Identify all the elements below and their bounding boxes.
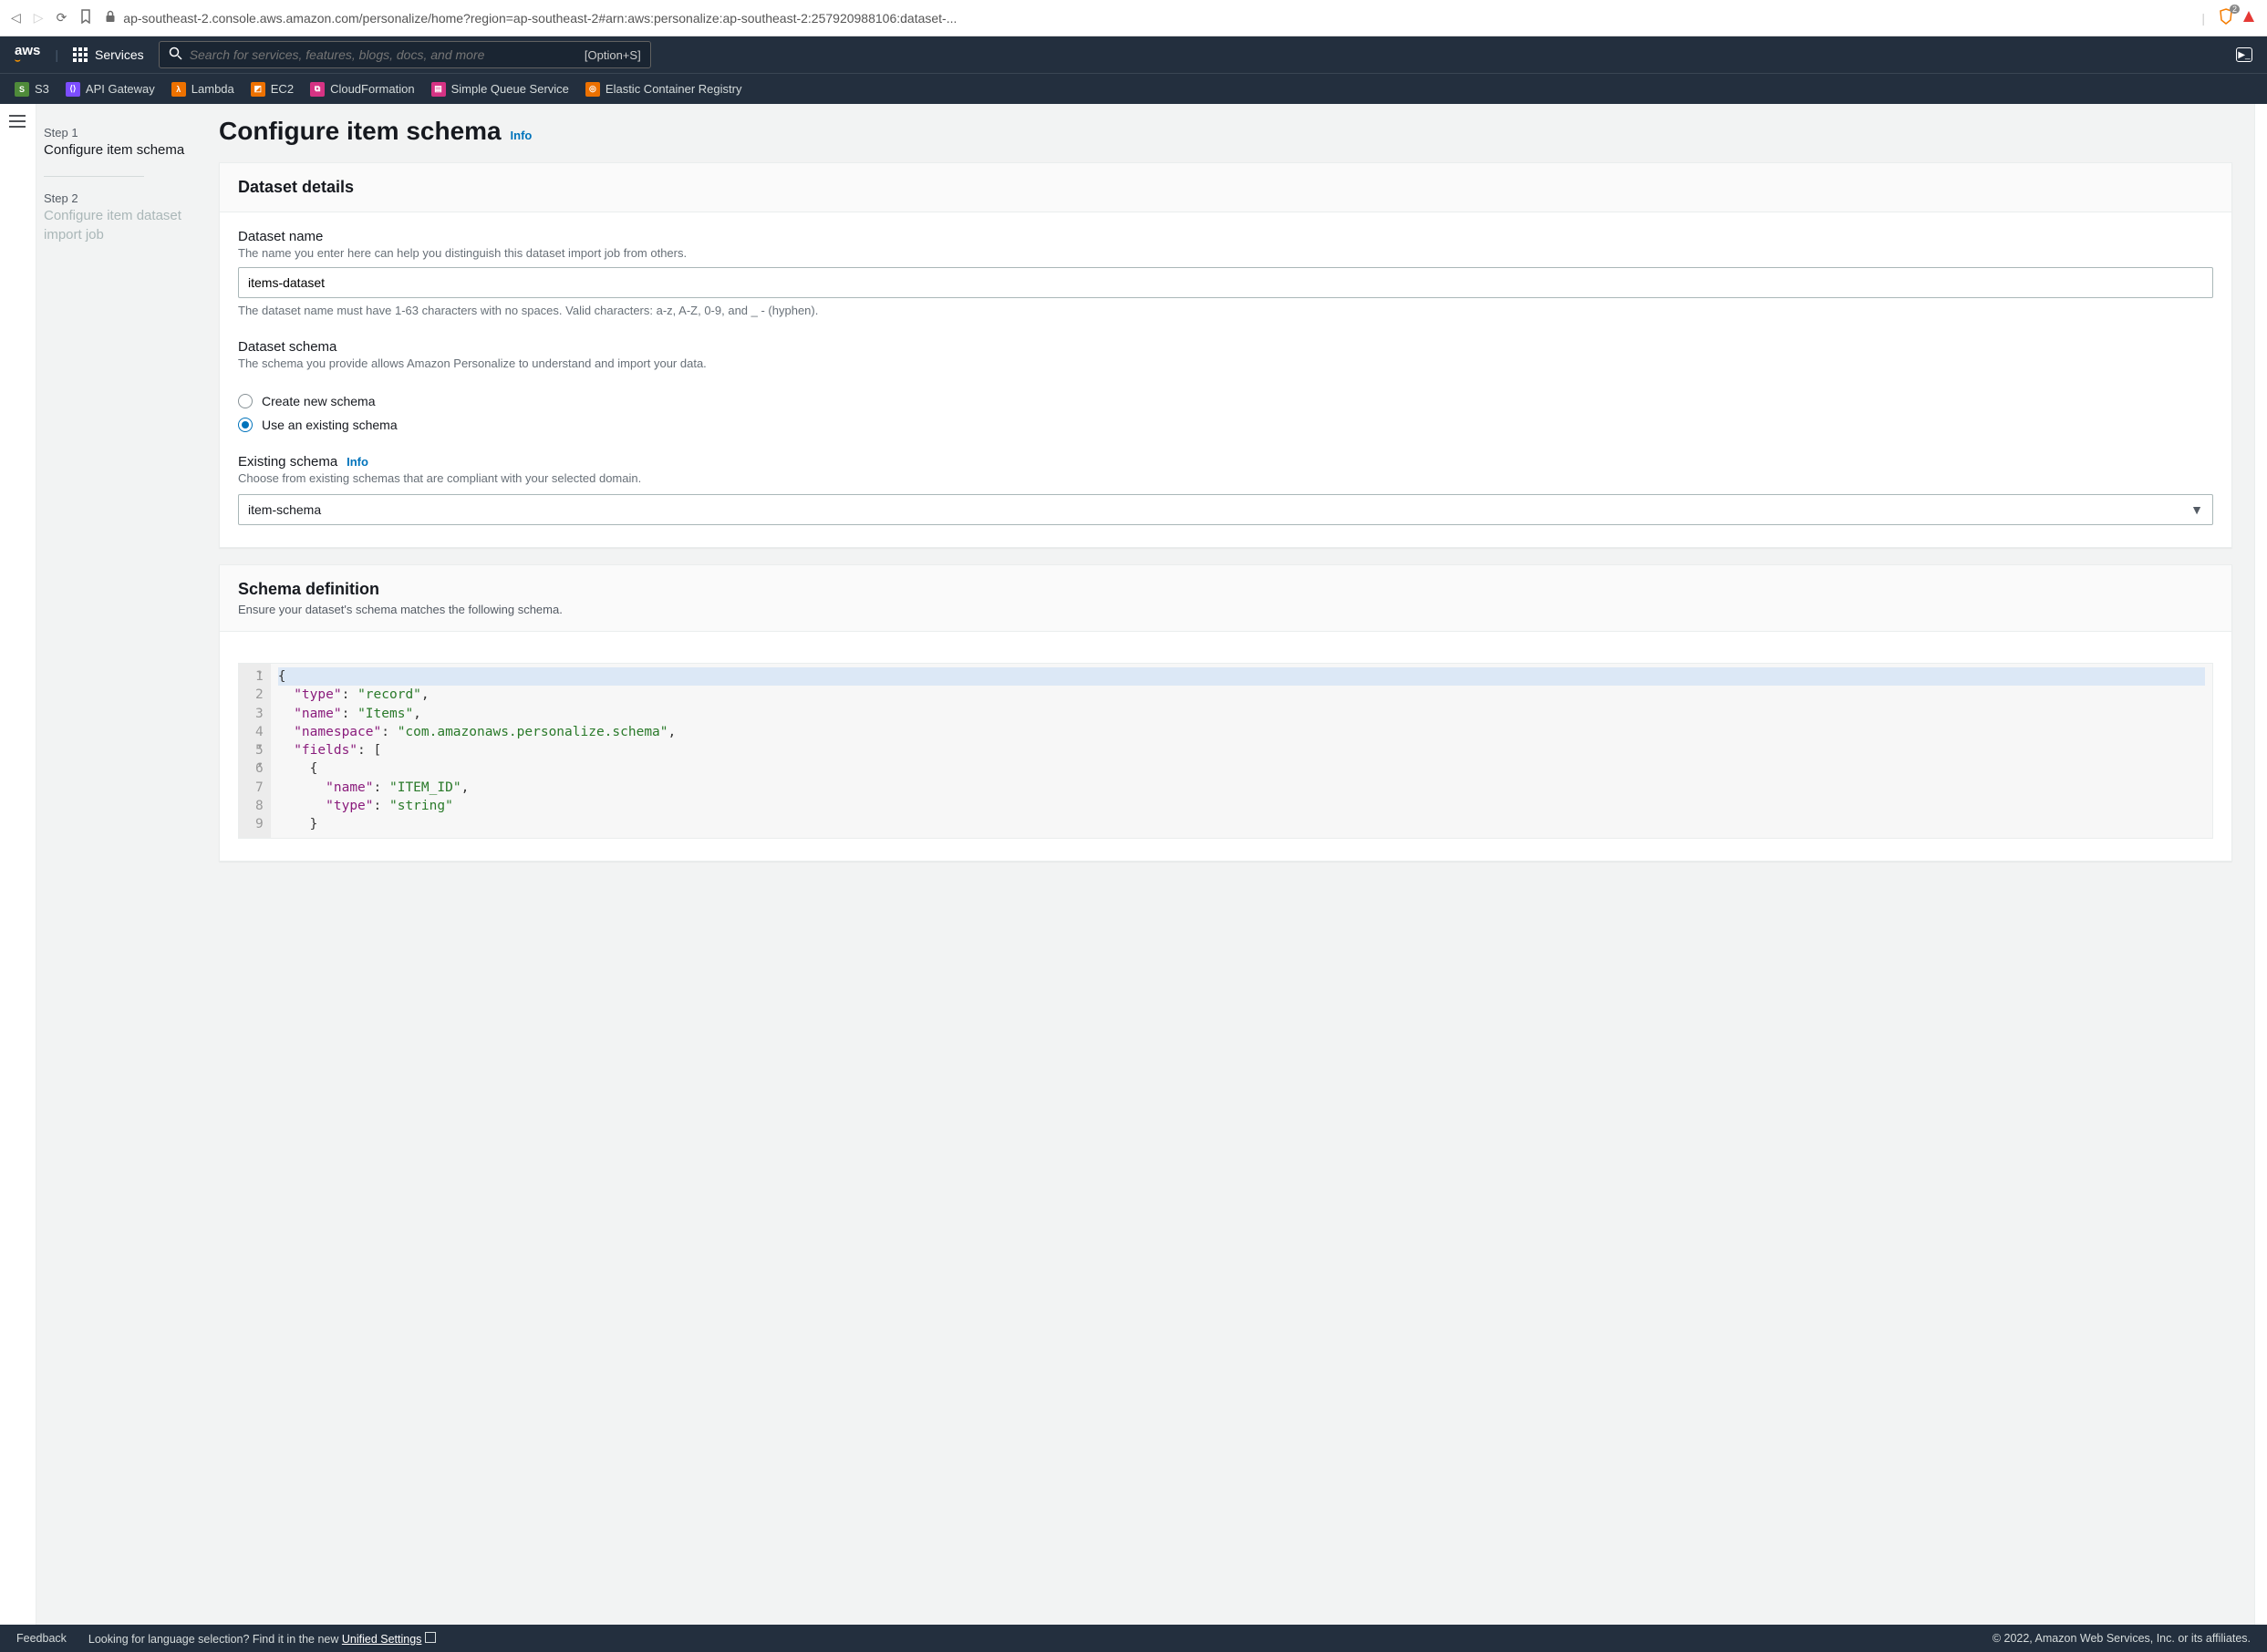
external-link-icon bbox=[425, 1632, 436, 1643]
unified-settings-link[interactable]: Unified Settings bbox=[342, 1633, 422, 1646]
wizard-step-2: Step 2 Configure item dataset import job bbox=[44, 188, 197, 255]
schema-code-editor[interactable]: ▾1 2 3 4 ▾5 ▾6 7 8 9 { "type": "record",… bbox=[238, 663, 2213, 839]
sidebar-toggle-icon[interactable] bbox=[9, 116, 26, 130]
grid-icon bbox=[73, 47, 88, 62]
search-shortcut: [Option+S] bbox=[585, 48, 641, 62]
apigw-icon: ⟨⟩ bbox=[66, 82, 80, 97]
existing-schema-select[interactable]: item-schema ▼ bbox=[238, 494, 2213, 525]
svc-ecr[interactable]: ◎Elastic Container Registry bbox=[585, 82, 742, 97]
chevron-down-icon: ▼ bbox=[2190, 502, 2203, 517]
page-title: Configure item schema bbox=[219, 117, 502, 145]
code-gutter: ▾1 2 3 4 ▾5 ▾6 7 8 9 bbox=[239, 664, 271, 838]
feedback-link[interactable]: Feedback bbox=[16, 1632, 67, 1645]
service-favorites-bar: SS3 ⟨⟩API Gateway λLambda ◩EC2 ⧉CloudFor… bbox=[0, 73, 2267, 104]
radio-create-schema[interactable]: Create new schema bbox=[238, 394, 2213, 408]
services-menu[interactable]: Services bbox=[73, 47, 144, 62]
language-prompt: Looking for language selection? Find it … bbox=[88, 1632, 437, 1646]
ec2-icon: ◩ bbox=[251, 82, 265, 97]
page-info-link[interactable]: Info bbox=[511, 129, 533, 142]
browser-toolbar: ◁ ▷ ⟳ ap-southeast-2.console.aws.amazon.… bbox=[0, 0, 2267, 36]
global-search[interactable]: [Option+S] bbox=[159, 41, 651, 68]
forward-icon[interactable]: ▷ bbox=[34, 10, 44, 26]
brave-shield-icon[interactable]: 2 bbox=[2218, 8, 2234, 27]
radio-icon bbox=[238, 418, 253, 432]
wizard-step-1[interactable]: Step 1 Configure item schema bbox=[44, 122, 197, 170]
svc-s3[interactable]: SS3 bbox=[15, 82, 49, 97]
svc-cloudformation[interactable]: ⧉CloudFormation bbox=[310, 82, 415, 97]
reload-icon[interactable]: ⟳ bbox=[57, 10, 67, 26]
dataset-name-desc: The name you enter here can help you dis… bbox=[238, 246, 2213, 260]
wizard-steps-sidebar: Step 1 Configure item schema Step 2 Conf… bbox=[36, 104, 197, 1625]
search-input[interactable] bbox=[190, 47, 577, 62]
code-body: { "type": "record", "name": "Items", "na… bbox=[271, 664, 2212, 838]
dataset-details-heading: Dataset details bbox=[238, 178, 2213, 197]
lock-icon bbox=[105, 10, 116, 26]
dataset-name-label: Dataset name bbox=[238, 229, 2213, 244]
dataset-schema-desc: The schema you provide allows Amazon Per… bbox=[238, 356, 2213, 370]
copyright-text: © 2022, Amazon Web Services, Inc. or its… bbox=[1993, 1632, 2251, 1645]
sqs-icon: ▤ bbox=[431, 82, 446, 97]
cloudshell-icon[interactable]: ▶_ bbox=[2236, 47, 2252, 62]
aws-logo[interactable]: aws⌣ bbox=[15, 45, 40, 66]
radio-existing-schema[interactable]: Use an existing schema bbox=[238, 418, 2213, 432]
extension-icons: 2 bbox=[2218, 8, 2256, 27]
s3-icon: S bbox=[15, 82, 29, 97]
back-icon[interactable]: ◁ bbox=[11, 10, 21, 26]
schema-definition-heading: Schema definition bbox=[238, 580, 2213, 599]
svc-lambda[interactable]: λLambda bbox=[171, 82, 234, 97]
services-label: Services bbox=[95, 47, 144, 62]
search-icon bbox=[169, 46, 182, 63]
main-content: Configure item schema Info Dataset detai… bbox=[197, 104, 2254, 1625]
existing-schema-value: item-schema bbox=[248, 502, 321, 517]
dataset-details-panel: Dataset details Dataset name The name yo… bbox=[219, 162, 2232, 548]
right-panel-edge bbox=[2254, 104, 2267, 1625]
url-text: ap-southeast-2.console.aws.amazon.com/pe… bbox=[123, 11, 957, 26]
triangle-icon[interactable] bbox=[2241, 9, 2256, 26]
svc-sqs[interactable]: ▤Simple Queue Service bbox=[431, 82, 569, 97]
schema-definition-sub: Ensure your dataset's schema matches the… bbox=[238, 603, 2213, 616]
ecr-icon: ◎ bbox=[585, 82, 600, 97]
separator: | bbox=[2201, 11, 2205, 26]
step-divider bbox=[44, 176, 144, 177]
existing-schema-label: Existing schema bbox=[238, 454, 337, 470]
existing-schema-info-link[interactable]: Info bbox=[347, 455, 368, 469]
bookmark-icon[interactable] bbox=[79, 9, 92, 26]
cfn-icon: ⧉ bbox=[310, 82, 325, 97]
svc-api-gateway[interactable]: ⟨⟩API Gateway bbox=[66, 82, 155, 97]
existing-schema-desc: Choose from existing schemas that are co… bbox=[238, 471, 2213, 485]
radio-icon bbox=[238, 394, 253, 408]
lambda-icon: λ bbox=[171, 82, 186, 97]
dataset-name-constraint: The dataset name must have 1-63 characte… bbox=[238, 304, 2213, 317]
address-bar[interactable]: ap-southeast-2.console.aws.amazon.com/pe… bbox=[105, 10, 2189, 26]
aws-global-header: aws⌣ | Services [Option+S] ▶_ bbox=[0, 36, 2267, 73]
aws-footer: Feedback Looking for language selection?… bbox=[0, 1625, 2267, 1652]
schema-definition-panel: Schema definition Ensure your dataset's … bbox=[219, 564, 2232, 862]
dataset-schema-label: Dataset schema bbox=[238, 339, 2213, 355]
dataset-name-input[interactable] bbox=[238, 267, 2213, 298]
svc-ec2[interactable]: ◩EC2 bbox=[251, 82, 294, 97]
